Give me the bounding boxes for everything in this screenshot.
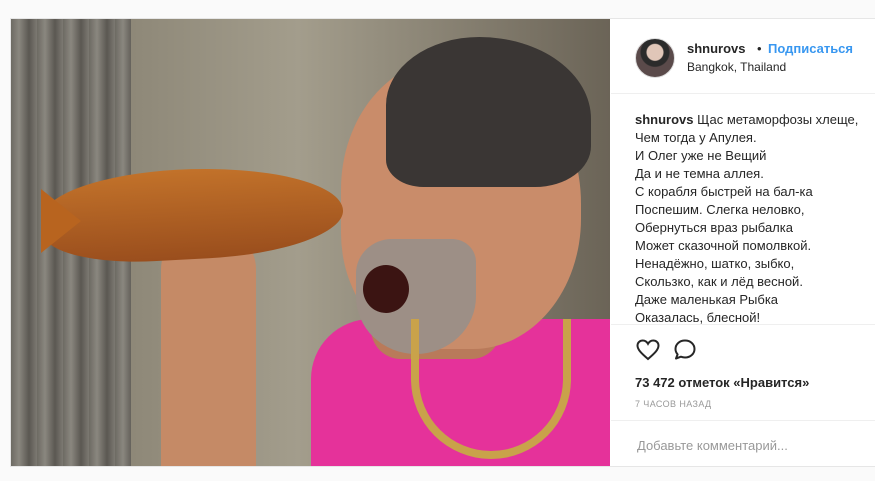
avatar[interactable] [635,38,675,78]
caption-text: Щас метаморфозы хлеще, [697,112,859,127]
caption-line: Может сказочной помолвкой. [635,238,812,253]
speech-bubble-icon[interactable] [672,337,698,363]
caption-username[interactable]: shnurovs [635,112,694,127]
photo-mouth [363,265,409,313]
likes-count[interactable]: 73 472 отметок «Нравится» [635,375,809,390]
caption-line: Да и не темна аллея. [635,166,764,181]
comment-input[interactable] [635,433,859,457]
post-sidebar: shnurovs • Подписаться Bangkok, Thailand… [611,19,875,466]
post-container: shnurovs • Подписаться Bangkok, Thailand… [10,18,875,467]
follow-button[interactable]: Подписаться [768,41,853,56]
caption: shnurovs Щас метаморфозы хлеще, Чем тогд… [635,111,875,324]
username-link[interactable]: shnurovs [687,41,746,56]
location-link[interactable]: Bangkok, Thailand [687,60,786,74]
photo-fish-tail [41,189,81,253]
caption-line: Оказалась, блесной! [635,310,761,324]
caption-line: И Олег уже не Вещий [635,148,767,163]
photo-arm [161,229,256,466]
caption-line: Ненадёжно, шатко, зыбко, [635,256,795,271]
caption-first-line: shnurovs Щас метаморфозы хлеще, [635,111,875,129]
caption-line: Обернуться враз рыбалка [635,220,793,235]
heart-icon[interactable] [635,337,661,363]
post-photo[interactable] [11,19,610,466]
caption-line: Поспешим. Слегка неловко, [635,202,805,217]
caption-line: Чем тогда у Апулея. [635,130,757,145]
post-timestamp[interactable]: 7 ЧАСОВ НАЗАД [635,399,712,409]
post-actions: 73 472 отметок «Нравится» 7 ЧАСОВ НАЗАД [611,324,875,467]
post-header: shnurovs • Подписаться Bangkok, Thailand [611,19,875,94]
caption-line: Скользко, как и лёд весной. [635,274,803,289]
comment-bar [611,420,875,468]
caption-line: Даже маленькая Рыбка [635,292,779,307]
separator-dot: • [757,41,762,56]
caption-line: С корабля быстрей на бал-ка [635,184,813,199]
